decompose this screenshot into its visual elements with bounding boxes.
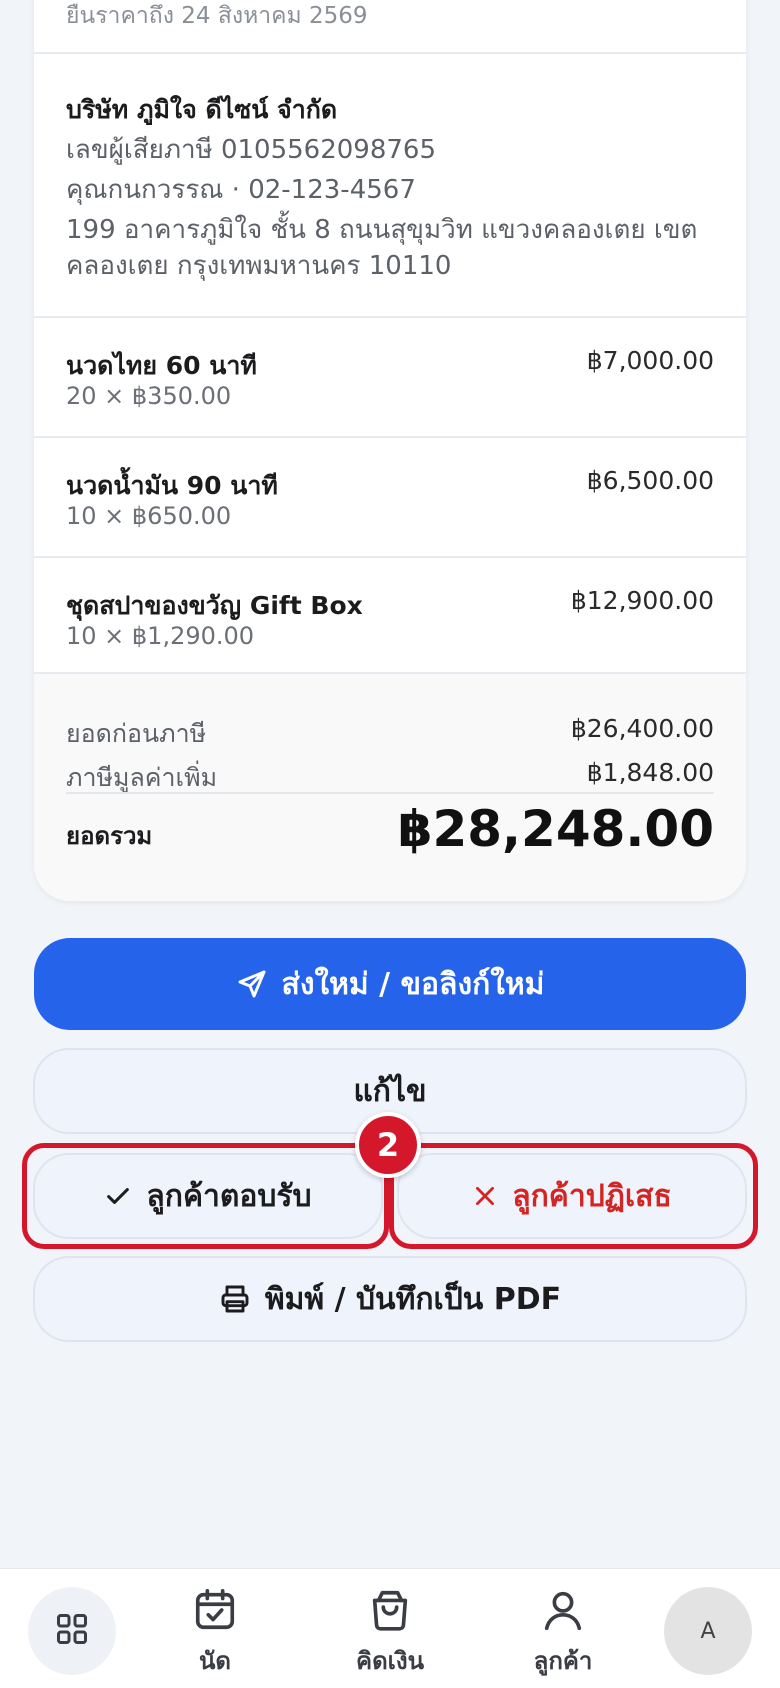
nav-item-label: คิดเงิน [356, 1647, 424, 1675]
line-item-total: ฿6,500.00 [586, 466, 714, 495]
grand-total-value: ฿28,248.00 [397, 800, 714, 858]
check-icon [104, 1182, 132, 1210]
company-tax-id: เลขผู้เสียภาษี 0105562098765 [66, 135, 437, 165]
quote-expiry: ยืนราคาถึง 24 สิงหาคม 2569 [66, 3, 368, 29]
resend-link-button[interactable]: ส่งใหม่ / ขอลิงก์ใหม่ [34, 938, 746, 1030]
company-contact: คุณกนกวรรณ · 02-123-4567 [66, 175, 416, 205]
printer-icon [219, 1283, 251, 1315]
line-item-qty: 20 × ฿350.00 [66, 382, 232, 410]
nav-item-billing[interactable]: คิดเงิน [335, 1587, 445, 1680]
nav-item-appointments[interactable]: นัด [160, 1587, 270, 1680]
line-item: นวดน้ำมัน 90 นาที 10 × ฿650.00 ฿6,500.00 [34, 438, 746, 556]
company-address: 199 อาคารภูมิใจ ชั้น 8 ถนนสุขุมวิท แขวงค… [66, 215, 698, 281]
line-item-total: ฿12,900.00 [570, 586, 714, 615]
line-item-name: นวดน้ำมัน 90 นาที [66, 471, 278, 500]
user-icon [540, 1591, 586, 1637]
nav-item-label: ลูกค้า [533, 1647, 593, 1675]
line-item-qty: 10 × ฿1,290.00 [66, 622, 255, 650]
customer-company-block: บริษัท ภูมิใจ ดีไซน์ จำกัด เลขผู้เสียภาษ… [66, 92, 716, 284]
subtotal-row: ยอดก่อนภาษี ฿26,400.00 [66, 714, 714, 754]
vat-label: ภาษีมูลค่าเพิ่ม [66, 763, 218, 792]
avatar[interactable]: A [664, 1587, 752, 1675]
subtotal-label: ยอดก่อนภาษี [66, 719, 207, 748]
nav-menu-button[interactable] [28, 1587, 116, 1675]
grand-total-label: ยอดรวม [66, 822, 153, 850]
send-icon [236, 968, 268, 1000]
totals-divider [66, 792, 714, 794]
close-icon [472, 1183, 498, 1209]
customer-reject-label: ลูกค้าปฏิเสธ [512, 1178, 672, 1214]
subtotal-value: ฿26,400.00 [570, 714, 714, 743]
print-pdf-button[interactable]: พิมพ์ / บันทึกเป็น PDF [33, 1256, 747, 1342]
vat-value: ฿1,848.00 [586, 758, 714, 787]
calendar-check-icon [192, 1589, 238, 1637]
line-item: ชุดสปาของขวัญ Gift Box 10 × ฿1,290.00 ฿1… [34, 558, 746, 676]
totals-section: ยอดก่อนภาษี ฿26,400.00 ภาษีมูลค่าเพิ่ม ฿… [34, 674, 746, 901]
divider [34, 52, 746, 54]
company-name: บริษัท ภูมิใจ ดีไซน์ จำกัด [66, 95, 338, 124]
customer-accept-button[interactable]: ลูกค้าตอบรับ [33, 1153, 383, 1239]
step-badge: 2 [355, 1112, 421, 1178]
quote-card: ยืนราคาถึง 24 สิงหาคม 2569 บริษัท ภูมิใจ… [34, 0, 746, 901]
line-item-name: นวดไทย 60 นาที [66, 351, 257, 380]
customer-reject-button[interactable]: ลูกค้าปฏิเสธ [397, 1153, 747, 1239]
line-item-qty: 10 × ฿650.00 [66, 502, 232, 530]
nav-item-label: นัด [199, 1647, 231, 1675]
line-item-name: ชุดสปาของขวัญ Gift Box [66, 591, 363, 620]
line-item: นวดไทย 60 นาที 20 × ฿350.00 ฿7,000.00 [34, 318, 746, 436]
print-pdf-label: พิมพ์ / บันทึกเป็น PDF [264, 1281, 562, 1317]
edit-label: แก้ไข [353, 1073, 427, 1109]
bottom-nav: นัด คิดเงิน ลูกค้า A [0, 1568, 780, 1688]
resend-link-label: ส่งใหม่ / ขอลิงก์ใหม่ [281, 966, 545, 1002]
shopping-bag-icon [367, 1590, 413, 1637]
grid-icon [54, 1611, 90, 1651]
nav-item-customers[interactable]: ลูกค้า [508, 1587, 618, 1680]
customer-accept-label: ลูกค้าตอบรับ [146, 1178, 312, 1214]
line-item-total: ฿7,000.00 [586, 346, 714, 375]
